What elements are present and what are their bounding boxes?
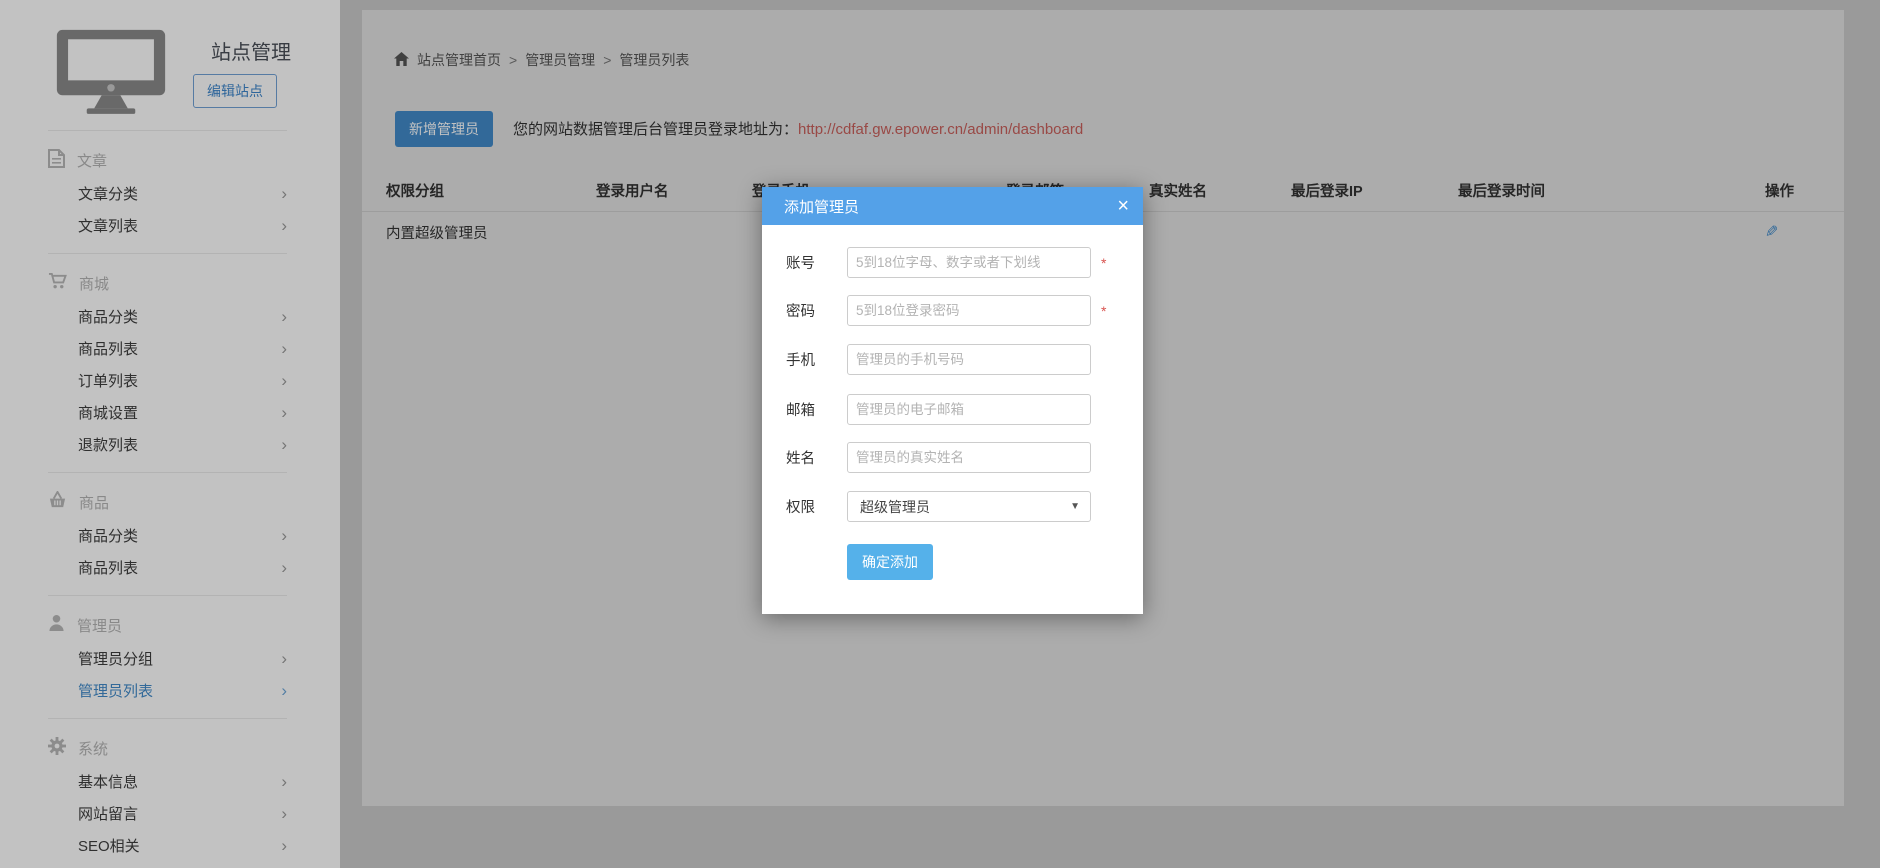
required-asterisk: * [1101,255,1106,271]
close-icon[interactable]: × [1117,196,1129,216]
confirm-add-button[interactable]: 确定添加 [847,544,933,580]
phone-label: 手机 [786,349,847,370]
email-label: 邮箱 [786,399,847,420]
account-label: 账号 [786,252,847,273]
add-admin-modal: 添加管理员 × 账号 * 密码 * 手机 邮箱 姓名 权限 超级管理员 ▼ 确定… [762,187,1143,614]
phone-input[interactable] [847,344,1091,375]
form-row-permission: 权限 超级管理员 ▼ [786,491,1091,522]
name-label: 姓名 [786,447,847,468]
form-row-name: 姓名 [786,442,1091,473]
select-arrow-icon: ▼ [1070,501,1080,512]
password-input[interactable] [847,295,1091,326]
name-input[interactable] [847,442,1091,473]
permission-select-value: 超级管理员 [860,497,930,517]
form-row-phone: 手机 [786,344,1091,375]
permission-select[interactable]: 超级管理员 ▼ [847,491,1091,522]
password-label: 密码 [786,300,847,321]
form-row-account: 账号 * [786,247,1106,278]
form-row-password: 密码 * [786,295,1106,326]
permission-label: 权限 [786,496,847,517]
modal-header: 添加管理员 × [762,187,1143,225]
account-input[interactable] [847,247,1091,278]
form-row-email: 邮箱 [786,394,1091,425]
modal-title: 添加管理员 [784,196,859,217]
required-asterisk: * [1101,303,1106,319]
email-input[interactable] [847,394,1091,425]
